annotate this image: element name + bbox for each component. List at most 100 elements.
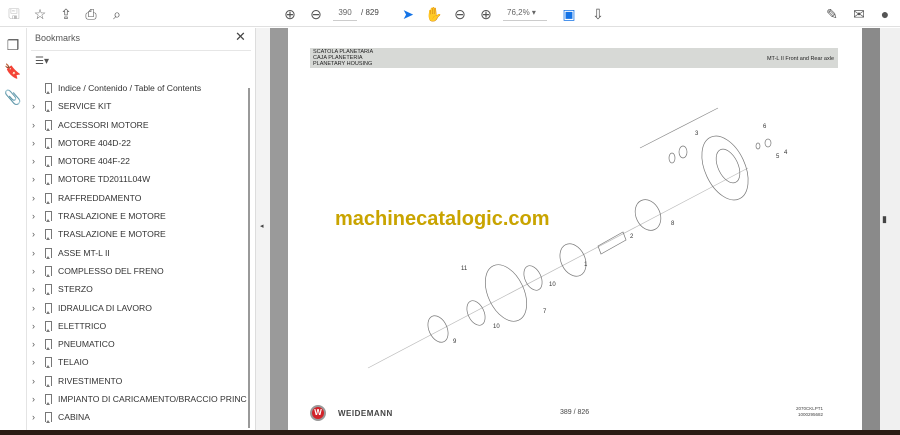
bookmark-label: TRASLAZIONE E MOTORE <box>58 229 166 240</box>
brand-name: WEIDEMANN <box>338 409 393 418</box>
bookmark-item[interactable]: › IDRAULICA DI LAVORO <box>27 299 247 317</box>
bookmark-icon <box>45 265 52 277</box>
bookmark-icon <box>45 137 52 149</box>
chevron-right-icon[interactable]: › <box>32 189 35 207</box>
select-cursor-icon[interactable]: ➤ <box>399 5 417 23</box>
bookmark-icon <box>45 412 52 424</box>
bookmark-label: ASSE MT-L II <box>58 247 110 258</box>
right-scrollbar[interactable]: ▮ <box>880 28 900 430</box>
account-icon[interactable]: ● <box>876 5 894 23</box>
zoom-select[interactable]: 76,2% ▾ <box>503 6 547 21</box>
fit-page-icon[interactable]: ▣ <box>560 5 578 23</box>
chevron-right-icon[interactable]: › <box>32 134 35 152</box>
bookmark-item[interactable]: › COMPLESSO DEL FRENO <box>27 262 247 280</box>
callout-11: 11 <box>461 266 468 272</box>
bookmark-icon <box>45 101 52 113</box>
scroll-mode-icon[interactable]: ⇩ <box>589 5 607 23</box>
print-icon[interactable]: ⎙ <box>82 5 100 23</box>
chevron-right-icon[interactable]: › <box>32 152 35 170</box>
close-icon[interactable]: ✕ <box>235 29 246 45</box>
bookmark-item[interactable]: › TRASLAZIONE E MOTORE <box>27 207 247 225</box>
bookmark-item[interactable]: › SERVICE KIT <box>27 97 247 115</box>
bookmark-icon <box>45 192 52 204</box>
chevron-right-icon[interactable]: › <box>32 225 35 243</box>
bookmark-label: MOTORE TD2011L04W <box>58 174 151 185</box>
chevron-right-icon[interactable]: › <box>32 317 35 335</box>
bookmark-label: MOTORE 404D-22 <box>58 137 131 148</box>
bookmark-label: TELAIO <box>58 357 89 368</box>
bookmark-label: ACCESSORI MOTORE <box>58 119 149 130</box>
mail-icon[interactable]: ✉ <box>850 5 868 23</box>
bookmark-item[interactable]: › MOTORE 404D-22 <box>27 134 247 152</box>
panel-collapse-handle[interactable]: ◂ <box>255 28 270 430</box>
callout-10b: 10 <box>549 282 556 288</box>
bookmark-icon <box>45 394 52 406</box>
chevron-right-icon[interactable]: › <box>32 207 35 225</box>
zoom-out-icon[interactable]: ⊖ <box>451 5 469 23</box>
chevron-right-icon[interactable]: › <box>32 299 35 317</box>
bookmark-item[interactable]: › ELETTRICO <box>27 317 247 335</box>
callout-8: 8 <box>671 221 675 227</box>
upload-icon[interactable]: ⇪ <box>57 5 75 23</box>
chevron-right-icon[interactable]: › <box>32 280 35 298</box>
chevron-right-icon[interactable]: › <box>32 408 35 426</box>
callout-7: 7 <box>543 309 547 315</box>
chevron-right-icon[interactable]: › <box>32 244 35 262</box>
bookmark-item[interactable]: › RIVESTIMENTO <box>27 372 247 390</box>
expand-pane-icon[interactable]: ▮ <box>882 214 887 225</box>
callout-5: 5 <box>776 154 780 160</box>
bookmark-item[interactable]: › CABINA <box>27 408 247 426</box>
sign-icon[interactable]: ✎ <box>823 5 841 23</box>
bookmark-label: IMPIANTO DI CARICAMENTO/BRACCIO PRINCIPA… <box>58 394 247 405</box>
bookmark-item[interactable]: Indice / Contenido / Table of Contents <box>27 79 247 97</box>
chevron-right-icon[interactable]: › <box>32 170 35 188</box>
chevron-right-icon[interactable]: › <box>32 262 35 280</box>
bookmark-item[interactable]: › IMPIANTO DI CARICAMENTO/BRACCIO PRINCIP… <box>27 390 247 408</box>
doc-code: 2070CKLPT1 1000295682 <box>796 406 823 418</box>
bookmark-item[interactable]: › ASSE MT-L II <box>27 244 247 262</box>
bookmark-item[interactable]: › ACCESSORI MOTORE <box>27 116 247 134</box>
bookmark-item[interactable]: › MOTORE 404F-22 <box>27 152 247 170</box>
bookmark-icon <box>45 247 52 259</box>
search-icon[interactable]: ⌕ <box>108 5 126 23</box>
chevron-right-icon[interactable]: › <box>32 97 35 115</box>
bookmark-item[interactable]: › TRASLAZIONE E MOTORE <box>27 225 247 243</box>
bookmark-icon[interactable]: 🔖 <box>4 62 22 80</box>
scrollbar[interactable] <box>248 88 250 428</box>
chevron-right-icon[interactable]: › <box>32 353 35 371</box>
divider <box>31 50 251 51</box>
attachment-icon[interactable]: 📎 <box>4 88 22 106</box>
bookmark-item[interactable]: › PNEUMATICO <box>27 335 247 353</box>
save-icon[interactable]: 🖫 <box>5 5 23 23</box>
chevron-right-icon[interactable]: › <box>32 116 35 134</box>
bookmark-item[interactable]: › TELAIO <box>27 353 247 371</box>
bookmark-label: STERZO <box>58 284 93 295</box>
panel-title: Bookmarks <box>35 33 81 43</box>
star-icon[interactable]: ☆ <box>31 5 49 23</box>
chevron-right-icon[interactable]: › <box>32 372 35 390</box>
pages-icon[interactable]: ❐ <box>4 36 22 54</box>
bookmark-icon <box>45 375 52 387</box>
bookmark-label: IDRAULICA DI LAVORO <box>58 302 152 313</box>
bookmark-label: ELETTRICO <box>58 320 107 331</box>
callout-1: 1 <box>584 262 588 268</box>
bookmark-item[interactable]: › STERZO <box>27 280 247 298</box>
callout-6: 6 <box>763 124 767 130</box>
bookmark-item[interactable]: › RAFFREDDAMENTO <box>27 189 247 207</box>
bookmark-options-icon[interactable]: ☰▾ <box>35 56 49 67</box>
collapse-icon[interactable]: ◂ <box>260 222 264 230</box>
bookmark-icon <box>45 302 52 314</box>
total-pages: / 829 <box>361 8 379 17</box>
next-page-icon[interactable]: ⊖ <box>307 5 325 23</box>
callout-2: 2 <box>630 234 634 240</box>
prev-page-icon[interactable]: ⊕ <box>281 5 299 23</box>
zoom-in-icon[interactable]: ⊕ <box>477 5 495 23</box>
bookmark-icon <box>45 119 52 131</box>
zoom-value: 76,2% <box>507 8 530 17</box>
chevron-right-icon[interactable]: › <box>32 335 35 353</box>
page-number-input[interactable]: 390 <box>333 6 357 21</box>
bookmark-item[interactable]: › MOTORE TD2011L04W <box>27 170 247 188</box>
hand-icon[interactable]: ✋ <box>425 5 443 23</box>
watermark: machinecatalogic.com <box>335 208 550 230</box>
chevron-right-icon[interactable]: › <box>32 390 35 408</box>
